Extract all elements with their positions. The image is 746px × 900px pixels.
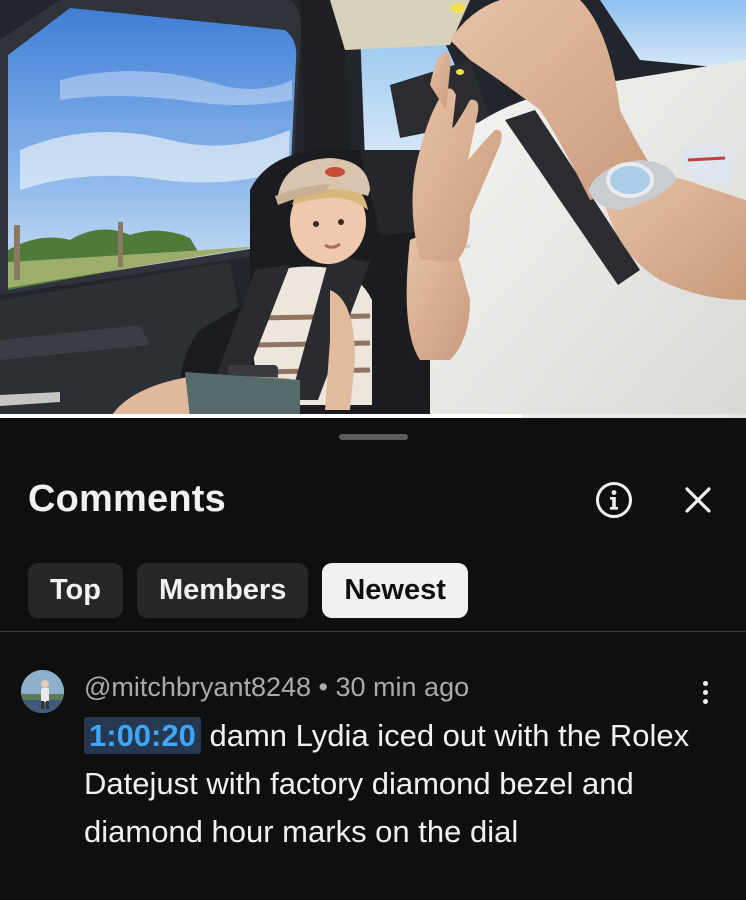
drag-handle[interactable] bbox=[339, 434, 408, 440]
avatar[interactable] bbox=[21, 670, 64, 713]
comment-age: 30 min ago bbox=[335, 672, 470, 702]
video-frame bbox=[0, 0, 746, 418]
comment-author[interactable]: @mitchbryant8248 bbox=[84, 672, 311, 702]
comment-text: 1:00:20 damn Lydia iced out with the Rol… bbox=[84, 712, 704, 856]
comments-title: Comments bbox=[28, 478, 226, 520]
meta-separator: • bbox=[318, 672, 328, 702]
video-player[interactable] bbox=[0, 0, 746, 418]
info-icon[interactable] bbox=[594, 480, 634, 520]
chip-newest[interactable]: Newest bbox=[322, 563, 468, 618]
close-icon[interactable] bbox=[678, 480, 718, 520]
chip-top[interactable]: Top bbox=[28, 563, 123, 618]
divider bbox=[0, 631, 746, 632]
comments-panel: Comments Top Members Newest @mitchbryant… bbox=[0, 418, 746, 900]
sort-chips: Top Members Newest bbox=[28, 563, 468, 618]
chip-members[interactable]: Members bbox=[137, 563, 309, 618]
comment-meta: @mitchbryant8248 • 30 min ago bbox=[84, 672, 469, 703]
timestamp-link[interactable]: 1:00:20 bbox=[84, 717, 201, 754]
more-vert-icon[interactable] bbox=[690, 674, 720, 710]
